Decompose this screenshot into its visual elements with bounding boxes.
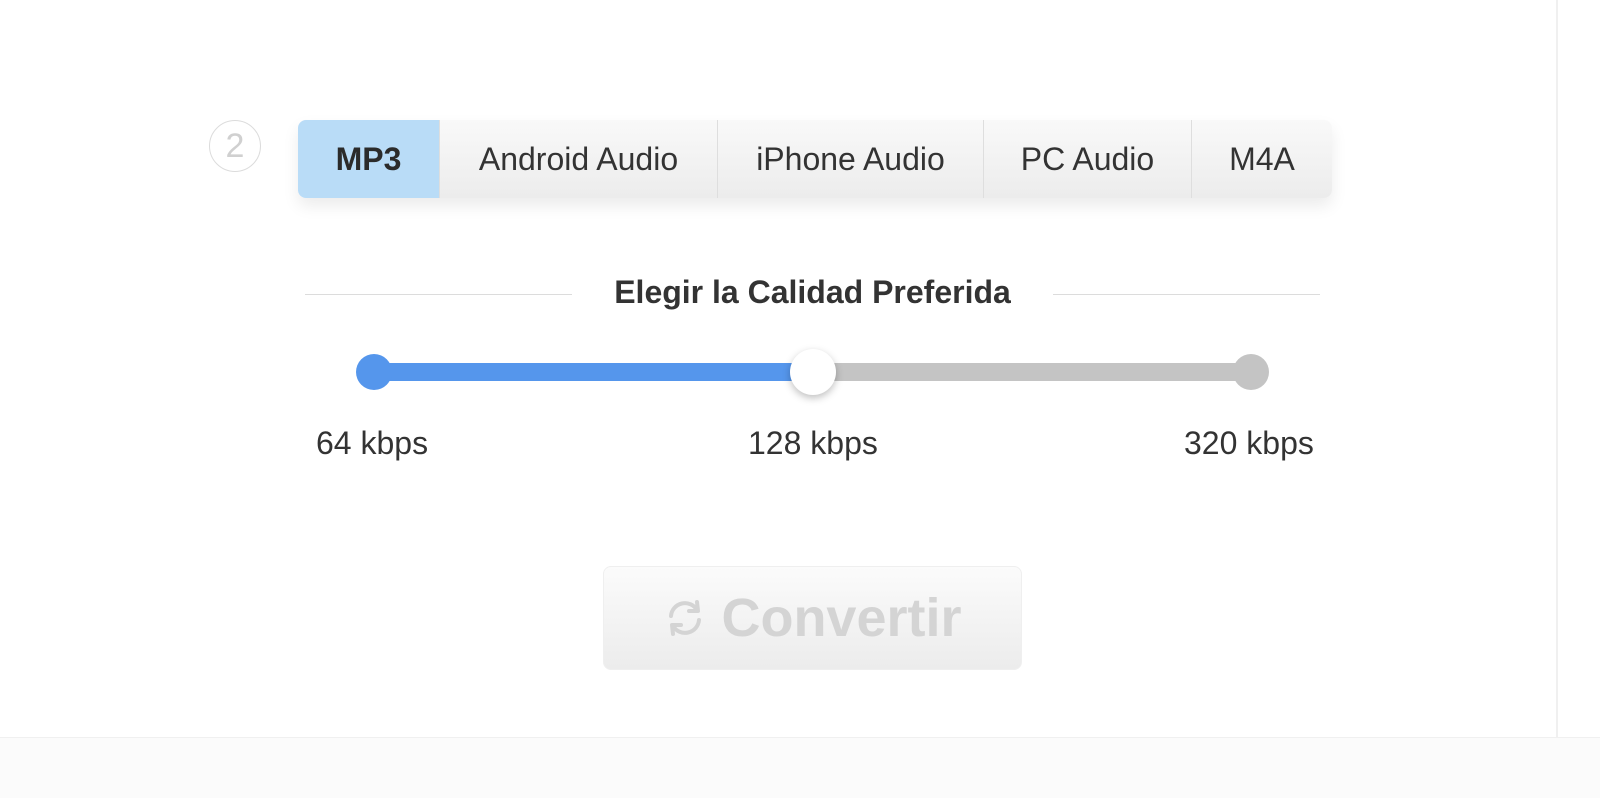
slider-thumb[interactable] <box>790 349 836 395</box>
panel-footer <box>0 737 1600 798</box>
tab-m4a[interactable]: M4A <box>1191 120 1332 198</box>
refresh-icon <box>663 596 707 640</box>
tab-iphone-audio[interactable]: iPhone Audio <box>717 120 983 198</box>
panel-border <box>1556 0 1558 738</box>
tab-mp3[interactable]: MP3 <box>298 120 439 198</box>
divider-left <box>305 294 572 295</box>
quality-heading: Elegir la Calidad Preferida <box>614 274 1011 310</box>
tab-pc-audio[interactable]: PC Audio <box>983 120 1191 198</box>
slider-stop-320[interactable] <box>1233 354 1269 390</box>
divider-right <box>1053 294 1320 295</box>
convert-button-label: Convertir <box>721 588 962 648</box>
slider-stop-64[interactable] <box>356 354 392 390</box>
convert-button[interactable]: Convertir <box>603 566 1022 670</box>
slider-track-fill <box>374 363 813 381</box>
quality-slider[interactable] <box>355 349 1269 395</box>
quality-option-320[interactable]: 320 kbps <box>1184 425 1314 462</box>
format-tabs: MP3 Android Audio iPhone Audio PC Audio … <box>298 120 1332 198</box>
quality-option-64[interactable]: 64 kbps <box>316 425 428 462</box>
step-number-badge: 2 <box>209 120 261 172</box>
tab-android-audio[interactable]: Android Audio <box>439 120 717 198</box>
converter-panel: 2 MP3 Android Audio iPhone Audio PC Audi… <box>0 0 1600 798</box>
quality-option-128[interactable]: 128 kbps <box>748 425 878 462</box>
